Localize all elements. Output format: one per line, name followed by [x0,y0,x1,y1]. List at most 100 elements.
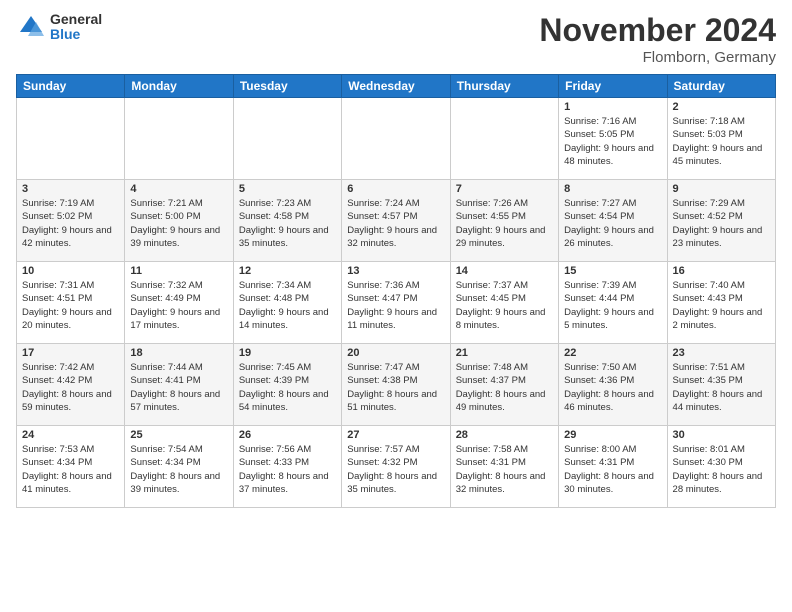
day-info: Sunrise: 7:48 AM Sunset: 4:37 PM Dayligh… [456,361,553,414]
day-cell: 7 Sunrise: 7:26 AM Sunset: 4:55 PM Daylig… [450,180,558,262]
day-number: 8 [564,183,661,195]
day-info: Sunrise: 7:54 AM Sunset: 4:34 PM Dayligh… [130,443,227,496]
day-cell: 3Sunrise: 7:19 AM Sunset: 5:02 PM Daylig… [17,180,125,262]
day-cell [17,98,125,180]
day-cell: 17 Sunrise: 7:42 AM Sunset: 4:42 PM Dayli… [17,344,125,426]
day-number: 10 [22,265,119,277]
day-info: Sunrise: 7:24 AM Sunset: 4:57 PM Dayligh… [347,197,444,250]
header-row: Sunday Monday Tuesday Wednesday Thursday… [17,75,776,98]
day-cell [342,98,450,180]
day-info: Sunrise: 7:36 AM Sunset: 4:47 PM Dayligh… [347,279,444,332]
day-cell: 12 Sunrise: 7:34 AM Sunset: 4:48 PM Dayli… [233,262,341,344]
day-info: Sunrise: 7:37 AM Sunset: 4:45 PM Dayligh… [456,279,553,332]
day-cell: 8 Sunrise: 7:27 AM Sunset: 4:54 PM Daylig… [559,180,667,262]
logo-general: General [50,12,102,27]
day-cell: 13 Sunrise: 7:36 AM Sunset: 4:47 PM Dayli… [342,262,450,344]
day-number: 25 [130,429,227,441]
day-number: 27 [347,429,444,441]
day-number: 24 [22,429,119,441]
day-number: 26 [239,429,336,441]
calendar: Sunday Monday Tuesday Wednesday Thursday… [16,74,776,508]
day-cell: 18Sunrise: 7:44 AM Sunset: 4:41 PM Dayli… [125,344,233,426]
col-sunday: Sunday [17,75,125,98]
week-row-1: 1Sunrise: 7:16 AM Sunset: 5:05 PM Daylig… [17,98,776,180]
col-thursday: Thursday [450,75,558,98]
logo-icon [16,12,46,42]
day-cell: 6 Sunrise: 7:24 AM Sunset: 4:57 PM Daylig… [342,180,450,262]
day-number: 16 [673,265,770,277]
day-info: Sunrise: 7:39 AM Sunset: 4:44 PM Dayligh… [564,279,661,332]
day-cell: 25 Sunrise: 7:54 AM Sunset: 4:34 PM Dayli… [125,426,233,508]
day-number: 19 [239,347,336,359]
day-number: 11 [130,265,227,277]
calendar-header: Sunday Monday Tuesday Wednesday Thursday… [17,75,776,98]
week-row-5: 24 Sunrise: 7:53 AM Sunset: 4:34 PM Dayli… [17,426,776,508]
day-number: 7 [456,183,553,195]
day-number: 2 [673,101,770,113]
col-friday: Friday [559,75,667,98]
day-cell [450,98,558,180]
day-cell: 5Sunrise: 7:23 AM Sunset: 4:58 PM Daylig… [233,180,341,262]
day-cell: 2 Sunrise: 7:18 AM Sunset: 5:03 PM Daylig… [667,98,775,180]
day-info: Sunrise: 7:34 AM Sunset: 4:48 PM Dayligh… [239,279,336,332]
day-number: 12 [239,265,336,277]
day-cell: 27 Sunrise: 7:57 AM Sunset: 4:32 PM Dayli… [342,426,450,508]
day-cell: 16 Sunrise: 7:40 AM Sunset: 4:43 PM Dayli… [667,262,775,344]
day-info: Sunrise: 8:01 AM Sunset: 4:30 PM Dayligh… [673,443,770,496]
day-cell: 22Sunrise: 7:50 AM Sunset: 4:36 PM Dayli… [559,344,667,426]
week-row-2: 3Sunrise: 7:19 AM Sunset: 5:02 PM Daylig… [17,180,776,262]
page: General Blue November 2024 Flomborn, Ger… [0,0,792,612]
week-row-3: 10Sunrise: 7:31 AM Sunset: 4:51 PM Dayli… [17,262,776,344]
day-number: 23 [673,347,770,359]
col-monday: Monday [125,75,233,98]
day-cell: 28 Sunrise: 7:58 AM Sunset: 4:31 PM Dayli… [450,426,558,508]
day-cell [233,98,341,180]
day-cell: 1Sunrise: 7:16 AM Sunset: 5:05 PM Daylig… [559,98,667,180]
day-info: Sunrise: 7:50 AM Sunset: 4:36 PM Dayligh… [564,361,661,414]
col-wednesday: Wednesday [342,75,450,98]
day-info: Sunrise: 7:45 AM Sunset: 4:39 PM Dayligh… [239,361,336,414]
month-title: November 2024 [539,12,776,49]
day-info: Sunrise: 7:21 AM Sunset: 5:00 PM Dayligh… [130,197,227,250]
day-info: Sunrise: 7:40 AM Sunset: 4:43 PM Dayligh… [673,279,770,332]
day-number: 9 [673,183,770,195]
day-number: 28 [456,429,553,441]
title-block: November 2024 Flomborn, Germany [539,12,776,66]
day-number: 17 [22,347,119,359]
day-info: Sunrise: 7:53 AM Sunset: 4:34 PM Dayligh… [22,443,119,496]
day-info: Sunrise: 7:32 AM Sunset: 4:49 PM Dayligh… [130,279,227,332]
day-cell: 23Sunrise: 7:51 AM Sunset: 4:35 PM Dayli… [667,344,775,426]
day-cell: 4 Sunrise: 7:21 AM Sunset: 5:00 PM Daylig… [125,180,233,262]
week-row-4: 17 Sunrise: 7:42 AM Sunset: 4:42 PM Dayli… [17,344,776,426]
day-info: Sunrise: 7:16 AM Sunset: 5:05 PM Dayligh… [564,115,661,168]
day-cell: 24 Sunrise: 7:53 AM Sunset: 4:34 PM Dayli… [17,426,125,508]
day-info: Sunrise: 7:26 AM Sunset: 4:55 PM Dayligh… [456,197,553,250]
day-info: Sunrise: 7:58 AM Sunset: 4:31 PM Dayligh… [456,443,553,496]
day-info: Sunrise: 7:18 AM Sunset: 5:03 PM Dayligh… [673,115,770,168]
day-info: Sunrise: 7:19 AM Sunset: 5:02 PM Dayligh… [22,197,119,250]
logo: General Blue [16,12,102,43]
day-number: 21 [456,347,553,359]
day-cell: 19 Sunrise: 7:45 AM Sunset: 4:39 PM Dayli… [233,344,341,426]
day-cell: 15 Sunrise: 7:39 AM Sunset: 4:44 PM Dayli… [559,262,667,344]
logo-blue: Blue [50,27,102,42]
day-info: Sunrise: 7:42 AM Sunset: 4:42 PM Dayligh… [22,361,119,414]
day-cell: 20Sunrise: 7:47 AM Sunset: 4:38 PM Dayli… [342,344,450,426]
day-info: Sunrise: 7:23 AM Sunset: 4:58 PM Dayligh… [239,197,336,250]
day-cell: 30Sunrise: 8:01 AM Sunset: 4:30 PM Dayli… [667,426,775,508]
location: Flomborn, Germany [539,49,776,66]
day-info: Sunrise: 7:27 AM Sunset: 4:54 PM Dayligh… [564,197,661,250]
day-number: 4 [130,183,227,195]
day-info: Sunrise: 7:47 AM Sunset: 4:38 PM Dayligh… [347,361,444,414]
day-cell: 10Sunrise: 7:31 AM Sunset: 4:51 PM Dayli… [17,262,125,344]
day-cell: 11 Sunrise: 7:32 AM Sunset: 4:49 PM Dayli… [125,262,233,344]
day-number: 6 [347,183,444,195]
day-info: Sunrise: 7:57 AM Sunset: 4:32 PM Dayligh… [347,443,444,496]
header: General Blue November 2024 Flomborn, Ger… [16,12,776,66]
day-cell: 29Sunrise: 8:00 AM Sunset: 4:31 PM Dayli… [559,426,667,508]
day-info: Sunrise: 8:00 AM Sunset: 4:31 PM Dayligh… [564,443,661,496]
day-info: Sunrise: 7:44 AM Sunset: 4:41 PM Dayligh… [130,361,227,414]
day-number: 13 [347,265,444,277]
day-number: 15 [564,265,661,277]
day-cell: 26Sunrise: 7:56 AM Sunset: 4:33 PM Dayli… [233,426,341,508]
